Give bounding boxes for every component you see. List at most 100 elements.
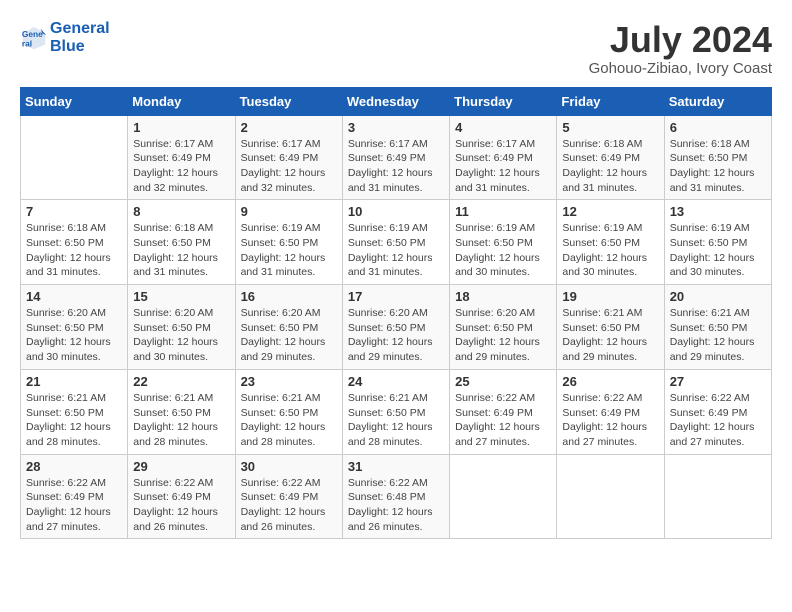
calendar-cell: 5 Sunrise: 6:18 AM Sunset: 6:49 PM Daylig… [557,115,664,200]
month-title: July 2024 [589,20,772,60]
weekday-header: Tuesday [235,87,342,115]
logo-icon: Gene ral [20,24,48,52]
page-header: Gene ral GeneralBlue July 2024 Gohouo-Zi… [20,20,772,77]
calendar-week-row: 7Sunrise: 6:18 AM Sunset: 6:50 PM Daylig… [21,200,772,285]
day-number: 13 [670,204,766,219]
weekday-header: Saturday [664,87,771,115]
calendar-week-row: 21 Sunrise: 6:21 AM Sunset: 6:50 PM Dayli… [21,369,772,454]
calendar-cell: 17 Sunrise: 6:20 AM Sunset: 6:50 PM Dayli… [342,285,449,370]
calendar-cell: 20Sunrise: 6:21 AM Sunset: 6:50 PM Dayli… [664,285,771,370]
calendar-cell: 31 Sunrise: 6:22 AM Sunset: 6:48 PM Dayli… [342,454,449,539]
day-info: Sunrise: 6:18 AM Sunset: 6:50 PM Dayligh… [26,221,122,280]
calendar-week-row: 1 Sunrise: 6:17 AM Sunset: 6:49 PM Daylig… [21,115,772,200]
weekday-header: Sunday [21,87,128,115]
day-info: Sunrise: 6:20 AM Sunset: 6:50 PM Dayligh… [133,306,229,365]
weekday-header-row: SundayMondayTuesdayWednesdayThursdayFrid… [21,87,772,115]
day-number: 6 [670,120,766,135]
day-number: 9 [241,204,337,219]
day-number: 25 [455,374,551,389]
day-info: Sunrise: 6:20 AM Sunset: 6:50 PM Dayligh… [241,306,337,365]
calendar-cell: 11 Sunrise: 6:19 AM Sunset: 6:50 PM Dayli… [450,200,557,285]
day-info: Sunrise: 6:22 AM Sunset: 6:49 PM Dayligh… [562,391,658,450]
day-number: 11 [455,204,551,219]
day-info: Sunrise: 6:21 AM Sunset: 6:50 PM Dayligh… [348,391,444,450]
calendar-table: SundayMondayTuesdayWednesdayThursdayFrid… [20,87,772,540]
calendar-week-row: 28Sunrise: 6:22 AM Sunset: 6:49 PM Dayli… [21,454,772,539]
calendar-cell [557,454,664,539]
calendar-cell: 13 Sunrise: 6:19 AM Sunset: 6:50 PM Dayli… [664,200,771,285]
day-number: 24 [348,374,444,389]
calendar-cell: 24 Sunrise: 6:21 AM Sunset: 6:50 PM Dayli… [342,369,449,454]
day-number: 30 [241,459,337,474]
logo-text: GeneralBlue [50,20,110,55]
day-info: Sunrise: 6:19 AM Sunset: 6:50 PM Dayligh… [241,221,337,280]
day-info: Sunrise: 6:22 AM Sunset: 6:49 PM Dayligh… [133,476,229,535]
day-info: Sunrise: 6:22 AM Sunset: 6:48 PM Dayligh… [348,476,444,535]
svg-text:ral: ral [22,38,32,48]
day-number: 10 [348,204,444,219]
day-info: Sunrise: 6:21 AM Sunset: 6:50 PM Dayligh… [562,306,658,365]
weekday-header: Thursday [450,87,557,115]
day-info: Sunrise: 6:22 AM Sunset: 6:49 PM Dayligh… [670,391,766,450]
calendar-cell: 4 Sunrise: 6:17 AM Sunset: 6:49 PM Daylig… [450,115,557,200]
weekday-header: Monday [128,87,235,115]
day-info: Sunrise: 6:18 AM Sunset: 6:49 PM Dayligh… [562,137,658,196]
calendar-cell: 22 Sunrise: 6:21 AM Sunset: 6:50 PM Dayli… [128,369,235,454]
weekday-header: Friday [557,87,664,115]
day-number: 2 [241,120,337,135]
day-info: Sunrise: 6:19 AM Sunset: 6:50 PM Dayligh… [455,221,551,280]
day-number: 31 [348,459,444,474]
calendar-cell: 2 Sunrise: 6:17 AM Sunset: 6:49 PM Daylig… [235,115,342,200]
calendar-cell: 18 Sunrise: 6:20 AM Sunset: 6:50 PM Dayli… [450,285,557,370]
calendar-cell: 6 Sunrise: 6:18 AM Sunset: 6:50 PM Daylig… [664,115,771,200]
day-number: 18 [455,289,551,304]
weekday-header: Wednesday [342,87,449,115]
day-info: Sunrise: 6:19 AM Sunset: 6:50 PM Dayligh… [670,221,766,280]
day-number: 17 [348,289,444,304]
calendar-cell: 21 Sunrise: 6:21 AM Sunset: 6:50 PM Dayli… [21,369,128,454]
calendar-cell [21,115,128,200]
day-number: 21 [26,374,122,389]
day-number: 20 [670,289,766,304]
day-number: 23 [241,374,337,389]
day-info: Sunrise: 6:18 AM Sunset: 6:50 PM Dayligh… [670,137,766,196]
calendar-cell: 15 Sunrise: 6:20 AM Sunset: 6:50 PM Dayli… [128,285,235,370]
logo: Gene ral GeneralBlue [20,20,110,55]
day-number: 1 [133,120,229,135]
calendar-cell: 29Sunrise: 6:22 AM Sunset: 6:49 PM Dayli… [128,454,235,539]
calendar-cell: 26 Sunrise: 6:22 AM Sunset: 6:49 PM Dayli… [557,369,664,454]
location-title: Gohouo-Zibiao, Ivory Coast [589,60,772,77]
day-number: 3 [348,120,444,135]
day-number: 26 [562,374,658,389]
day-info: Sunrise: 6:21 AM Sunset: 6:50 PM Dayligh… [26,391,122,450]
day-number: 22 [133,374,229,389]
day-number: 5 [562,120,658,135]
day-number: 4 [455,120,551,135]
day-info: Sunrise: 6:21 AM Sunset: 6:50 PM Dayligh… [133,391,229,450]
day-info: Sunrise: 6:20 AM Sunset: 6:50 PM Dayligh… [348,306,444,365]
day-info: Sunrise: 6:21 AM Sunset: 6:50 PM Dayligh… [241,391,337,450]
day-info: Sunrise: 6:18 AM Sunset: 6:50 PM Dayligh… [133,221,229,280]
calendar-cell: 1 Sunrise: 6:17 AM Sunset: 6:49 PM Daylig… [128,115,235,200]
day-info: Sunrise: 6:17 AM Sunset: 6:49 PM Dayligh… [241,137,337,196]
calendar-cell: 16 Sunrise: 6:20 AM Sunset: 6:50 PM Dayli… [235,285,342,370]
day-info: Sunrise: 6:19 AM Sunset: 6:50 PM Dayligh… [348,221,444,280]
day-number: 16 [241,289,337,304]
day-info: Sunrise: 6:17 AM Sunset: 6:49 PM Dayligh… [133,137,229,196]
day-info: Sunrise: 6:17 AM Sunset: 6:49 PM Dayligh… [455,137,551,196]
calendar-cell [664,454,771,539]
day-number: 14 [26,289,122,304]
calendar-cell: 10 Sunrise: 6:19 AM Sunset: 6:50 PM Dayli… [342,200,449,285]
day-number: 15 [133,289,229,304]
day-info: Sunrise: 6:19 AM Sunset: 6:50 PM Dayligh… [562,221,658,280]
calendar-cell: 28Sunrise: 6:22 AM Sunset: 6:49 PM Dayli… [21,454,128,539]
day-number: 8 [133,204,229,219]
day-info: Sunrise: 6:22 AM Sunset: 6:49 PM Dayligh… [241,476,337,535]
calendar-cell: 7Sunrise: 6:18 AM Sunset: 6:50 PM Daylig… [21,200,128,285]
day-info: Sunrise: 6:20 AM Sunset: 6:50 PM Dayligh… [26,306,122,365]
day-info: Sunrise: 6:20 AM Sunset: 6:50 PM Dayligh… [455,306,551,365]
day-info: Sunrise: 6:17 AM Sunset: 6:49 PM Dayligh… [348,137,444,196]
calendar-cell: 14 Sunrise: 6:20 AM Sunset: 6:50 PM Dayli… [21,285,128,370]
day-info: Sunrise: 6:22 AM Sunset: 6:49 PM Dayligh… [455,391,551,450]
calendar-cell: 12Sunrise: 6:19 AM Sunset: 6:50 PM Dayli… [557,200,664,285]
